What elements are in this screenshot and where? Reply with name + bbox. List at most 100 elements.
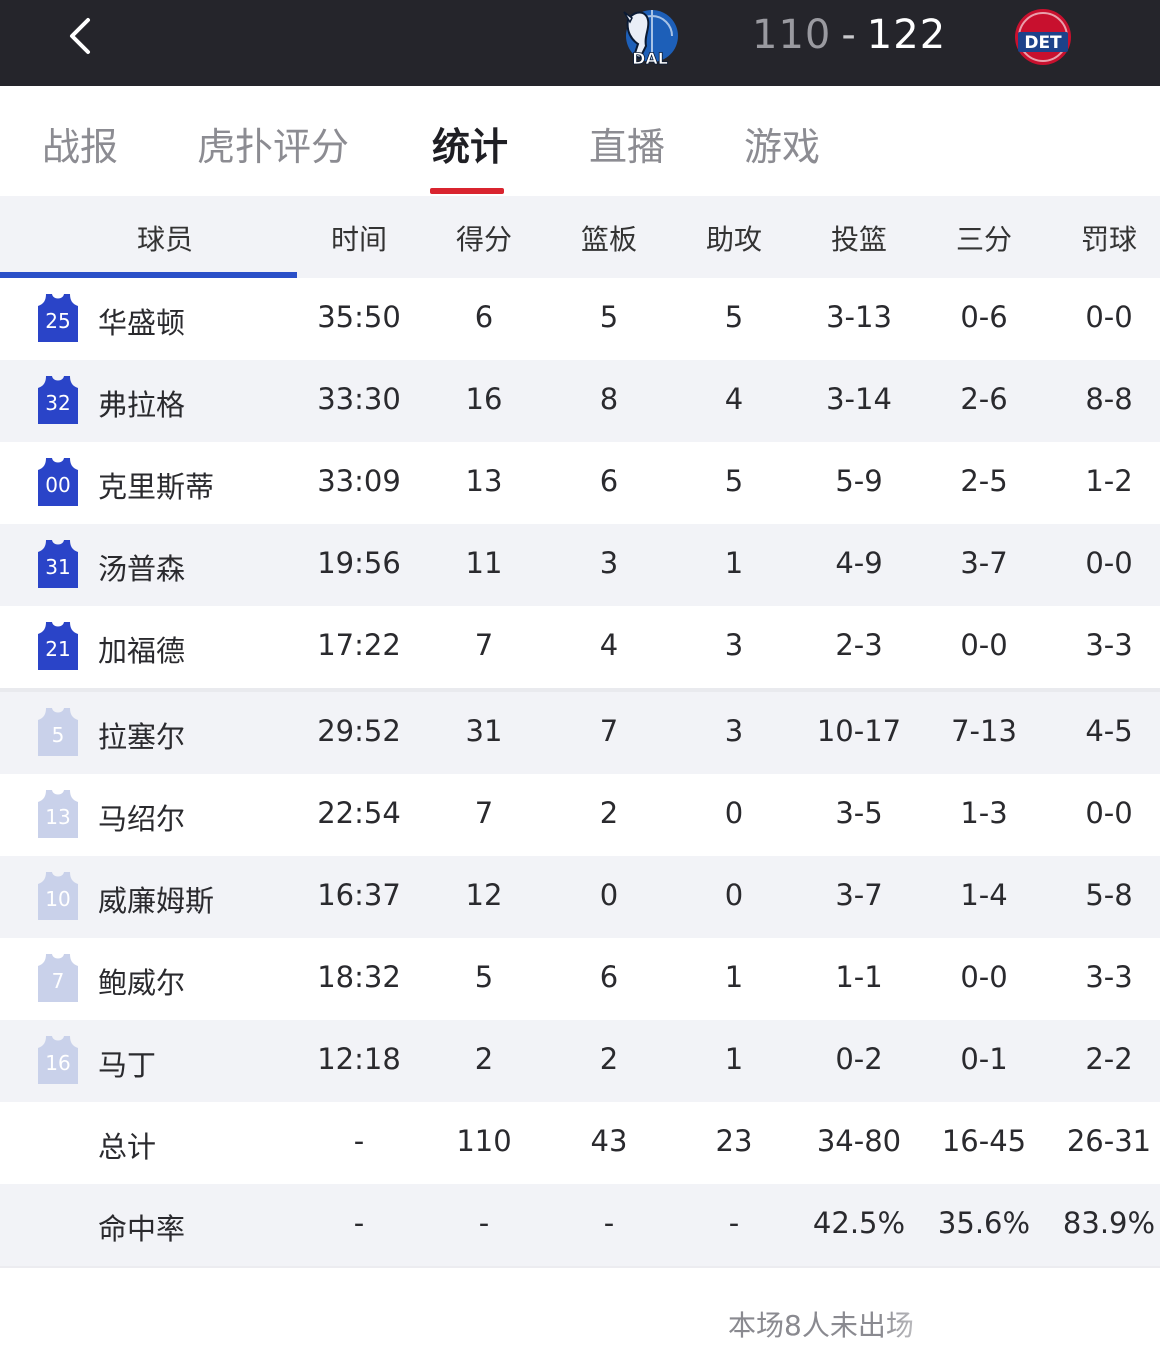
stat-rebounds: 2: [599, 1042, 619, 1076]
player-name[interactable]: 马绍尔: [98, 796, 185, 838]
stat-free-throws: 0-0: [1085, 546, 1133, 580]
totals-label: 总计: [98, 1130, 157, 1164]
total-field-goals: 34-80: [816, 1124, 902, 1158]
home-score: 110: [752, 12, 832, 58]
pct-free-throws: 83.9%: [1062, 1206, 1156, 1240]
stat-assists: 1: [724, 1042, 744, 1076]
stat-rebounds: 4: [599, 628, 619, 662]
stat-field-goals: 0-2: [835, 1042, 883, 1076]
away-score: 122: [866, 12, 947, 58]
stat-field-goals: 3-14: [826, 382, 892, 416]
chevron-left-icon: [70, 18, 90, 54]
stat-points: 16: [465, 382, 503, 416]
footer-divider: [0, 1266, 1160, 1268]
col-header-assists[interactable]: 助攻: [675, 218, 793, 258]
tab-games[interactable]: 游戏: [744, 116, 820, 171]
player-name[interactable]: 汤普森: [98, 546, 185, 588]
stat-points: 5: [474, 960, 494, 994]
stat-rebounds: 6: [599, 960, 619, 994]
table-row[interactable]: 16 马丁 12:18 2 2 1 0-2 0-1 2-2: [0, 1020, 1160, 1102]
player-name[interactable]: 拉塞尔: [98, 714, 185, 756]
col-header-points[interactable]: 得分: [425, 218, 543, 258]
stat-time: 33:30: [317, 382, 401, 416]
stat-rebounds: 5: [599, 300, 619, 334]
stat-points: 31: [465, 714, 503, 748]
home-team-logo[interactable]: DAL: [618, 6, 680, 68]
table-row[interactable]: 7 鲍威尔 18:32 5 6 1 1-1 0-0 3-3: [0, 938, 1160, 1020]
col-header-free-throws[interactable]: 罚球: [1050, 218, 1160, 258]
col-header-player[interactable]: 球员: [100, 218, 230, 258]
pct-field-goals: 42.5%: [812, 1206, 906, 1240]
stat-rebounds: 2: [599, 796, 619, 830]
pct-points: -: [478, 1206, 490, 1240]
jersey-icon: 32: [38, 376, 78, 424]
tab-stats[interactable]: 统计: [432, 116, 508, 171]
stat-time: 35:50: [317, 300, 401, 334]
stat-time: 19:56: [317, 546, 401, 580]
stat-rebounds: 0: [599, 878, 619, 912]
player-name[interactable]: 弗拉格: [98, 382, 185, 424]
col-header-field-goals[interactable]: 投篮: [800, 218, 918, 258]
col-header-three-pointers[interactable]: 三分: [925, 218, 1043, 258]
stat-points: 7: [474, 796, 494, 830]
table-row[interactable]: 25 华盛顿 35:50 6 5 5 3-13 0-6 0-0: [0, 278, 1160, 360]
svg-text:DET: DET: [1024, 33, 1062, 53]
stat-free-throws: 2-2: [1085, 1042, 1133, 1076]
pct-assists: -: [728, 1206, 740, 1240]
table-row[interactable]: 32 弗拉格 33:30 16 8 4 3-14 2-6 8-8: [0, 360, 1160, 442]
back-button[interactable]: [60, 14, 104, 58]
stat-points: 2: [474, 1042, 494, 1076]
stat-free-throws: 8-8: [1085, 382, 1133, 416]
table-row[interactable]: 5 拉塞尔 29:52 31 7 3 10-17 7-13 4-5: [0, 692, 1160, 774]
tab-bar: 战报 虎扑评分 统计 直播 游戏: [0, 86, 1160, 196]
col-header-rebounds[interactable]: 篮板: [550, 218, 668, 258]
table-row[interactable]: 13 马绍尔 22:54 7 2 0 3-5 1-3 0-0: [0, 774, 1160, 856]
pct-time: -: [353, 1206, 365, 1240]
away-team-logo[interactable]: DET: [1012, 6, 1074, 68]
table-row[interactable]: 00 克里斯蒂 33:09 13 6 5 5-9 2-5 1-2: [0, 442, 1160, 524]
tab-report[interactable]: 战报: [42, 116, 118, 171]
player-name[interactable]: 加福德: [98, 628, 185, 670]
stat-rebounds: 6: [599, 464, 619, 498]
stat-time: 22:54: [317, 796, 401, 830]
stat-free-throws: 5-8: [1085, 878, 1133, 912]
stats-table: 球员 时间 得分 篮板 助攻 投篮 三分 罚球 25 华盛顿 35:50 6 5…: [0, 196, 1160, 1266]
jersey-icon: 25: [38, 294, 78, 342]
stat-time: 16:37: [317, 878, 401, 912]
stat-time: 18:32: [317, 960, 401, 994]
stat-free-throws: 0-0: [1085, 796, 1133, 830]
table-row[interactable]: 31 汤普森 19:56 11 3 1 4-9 3-7 0-0: [0, 524, 1160, 606]
mavericks-logo-icon: DAL: [623, 10, 678, 68]
stat-assists: 4: [724, 382, 744, 416]
stat-rebounds: 3: [599, 546, 619, 580]
col-header-time[interactable]: 时间: [300, 218, 418, 258]
player-name[interactable]: 华盛顿: [98, 300, 185, 342]
active-tab-indicator: [430, 188, 504, 194]
footer-fade-overlay: [880, 1296, 1160, 1346]
jersey-icon: 16: [38, 1036, 78, 1084]
player-name[interactable]: 克里斯蒂: [98, 464, 214, 506]
stat-three-pointers: 0-0: [960, 960, 1008, 994]
stat-assists: 0: [724, 796, 744, 830]
total-points: 110: [456, 1124, 512, 1158]
stat-three-pointers: 1-4: [960, 878, 1008, 912]
player-name[interactable]: 马丁: [98, 1042, 156, 1084]
table-row[interactable]: 10 威廉姆斯 16:37 12 0 0 3-7 1-4 5-8: [0, 856, 1160, 938]
stat-three-pointers: 2-5: [960, 464, 1008, 498]
player-name[interactable]: 鲍威尔: [98, 960, 185, 1002]
total-rebounds: 43: [590, 1124, 628, 1158]
table-row[interactable]: 21 加福德 17:22 7 4 3 2-3 0-0 3-3: [0, 606, 1160, 688]
pct-rebounds: -: [603, 1206, 615, 1240]
jersey-icon: 5: [38, 708, 78, 756]
top-bar: DAL 110-122 DET: [0, 0, 1160, 86]
total-three-pointers: 16-45: [941, 1124, 1027, 1158]
tab-ratings[interactable]: 虎扑评分: [197, 116, 349, 171]
stat-points: 6: [474, 300, 494, 334]
tab-live[interactable]: 直播: [589, 116, 665, 171]
stat-time: 29:52: [317, 714, 401, 748]
stat-rebounds: 8: [599, 382, 619, 416]
stat-points: 7: [474, 628, 494, 662]
player-name[interactable]: 威廉姆斯: [98, 878, 214, 920]
stat-assists: 1: [724, 546, 744, 580]
score-separator: -: [841, 12, 857, 58]
